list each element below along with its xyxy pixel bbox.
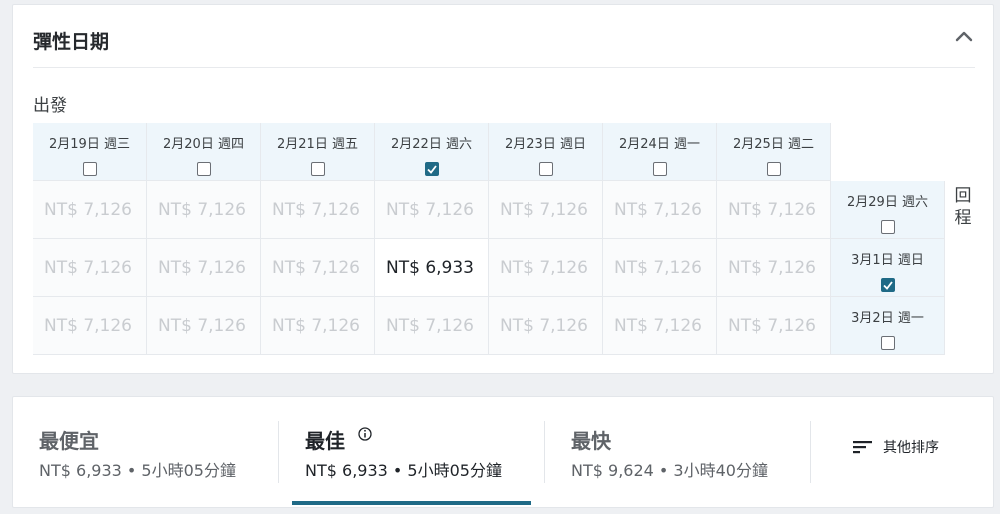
return-date-header: 3月1日 週日 xyxy=(831,239,945,297)
date-label: 2月20日 週四 xyxy=(163,137,244,152)
price-cell[interactable]: NT$ 7,126 xyxy=(261,239,375,297)
price-cell[interactable]: NT$ 7,126 xyxy=(261,297,375,355)
active-tab-indicator xyxy=(292,501,531,505)
section-title: 彈性日期 xyxy=(33,31,110,53)
price-cell[interactable]: NT$ 7,126 xyxy=(33,297,147,355)
price-cell[interactable]: NT$ 7,126 xyxy=(147,297,261,355)
date-label: 2月23日 週日 xyxy=(505,137,586,152)
price-cell[interactable]: NT$ 7,126 xyxy=(717,297,831,355)
tab-fastest[interactable]: 最快 NT$ 9,624 • 3小時40分鐘 xyxy=(545,397,810,507)
departure-date-header: 2月23日 週日 xyxy=(489,123,603,181)
tab-title: 最便宜 xyxy=(39,429,99,453)
sort-tabs-card: 最便宜 NT$ 6,933 • 5小時05分鐘 最佳 NT$ 6,933 • 5… xyxy=(12,396,994,508)
date-label: 2月24日 週一 xyxy=(619,137,700,152)
date-label: 2月25日 週二 xyxy=(733,137,814,152)
check-icon xyxy=(882,280,893,290)
date-checkbox[interactable] xyxy=(424,162,439,176)
date-checkbox[interactable] xyxy=(880,336,895,350)
price-cell[interactable]: NT$ 7,126 xyxy=(717,181,831,239)
tab-summary: NT$ 6,933 • 5小時05分鐘 xyxy=(305,461,502,480)
date-label: 2月29日 週六 xyxy=(847,195,928,210)
price-cell[interactable]: NT$ 7,126 xyxy=(489,181,603,239)
return-date-header: 3月2日 週一 xyxy=(831,297,945,355)
tab-cheapest[interactable]: 最便宜 NT$ 6,933 • 5小時05分鐘 xyxy=(13,397,278,507)
date-checkbox[interactable] xyxy=(196,162,211,176)
sort-lines-icon xyxy=(853,441,872,454)
departure-date-header: 2月21日 週五 xyxy=(261,123,375,181)
price-cell[interactable]: NT$ 7,126 xyxy=(375,181,489,239)
more-sort-button[interactable]: 其他排序 xyxy=(853,437,939,457)
date-label: 2月21日 週五 xyxy=(277,137,358,152)
price-cell[interactable]: NT$ 7,126 xyxy=(33,181,147,239)
departure-date-header: 2月19日 週三 xyxy=(33,123,147,181)
flexible-dates-card: 彈性日期 出發 2月19日 週三 2月20日 週四 2月21日 週五 2月22日 週六… xyxy=(12,4,994,374)
tab-summary: NT$ 6,933 • 5小時05分鐘 xyxy=(39,461,236,480)
tab-title-text: 最佳 xyxy=(305,429,345,453)
date-checkbox[interactable] xyxy=(652,162,667,176)
tab-divider xyxy=(810,421,811,483)
departure-date-header: 2月24日 週一 xyxy=(603,123,717,181)
chevron-up-icon xyxy=(955,31,973,42)
return-label-text: 回程 xyxy=(954,186,972,228)
tab-summary: NT$ 9,624 • 3小時40分鐘 xyxy=(571,461,768,480)
price-cell[interactable]: NT$ 7,126 xyxy=(603,297,717,355)
departure-date-header: 2月25日 週二 xyxy=(717,123,831,181)
info-icon[interactable] xyxy=(358,427,372,441)
header-divider xyxy=(33,67,975,68)
date-checkbox[interactable] xyxy=(880,220,895,234)
check-icon xyxy=(426,164,437,174)
price-cell[interactable]: NT$ 7,126 xyxy=(147,181,261,239)
return-label: 回程 xyxy=(953,185,973,229)
date-checkbox[interactable] xyxy=(310,162,325,176)
price-cell[interactable]: NT$ 7,126 xyxy=(147,239,261,297)
date-checkbox[interactable] xyxy=(880,278,895,292)
date-label: 3月1日 週日 xyxy=(851,253,924,268)
more-sort-label: 其他排序 xyxy=(883,440,939,456)
date-label: 3月2日 週一 xyxy=(851,311,924,326)
price-cell[interactable]: NT$ 7,126 xyxy=(489,297,603,355)
tab-title: 最快 xyxy=(571,429,611,453)
price-cell[interactable]: NT$ 7,126 xyxy=(375,297,489,355)
departure-date-header: 2月22日 週六 xyxy=(375,123,489,181)
date-checkbox[interactable] xyxy=(82,162,97,176)
departure-date-header: 2月20日 週四 xyxy=(147,123,261,181)
collapse-button[interactable] xyxy=(949,21,979,51)
price-cell[interactable]: NT$ 7,126 xyxy=(603,239,717,297)
price-cell[interactable]: NT$ 7,126 xyxy=(717,239,831,297)
price-cell[interactable]: NT$ 7,126 xyxy=(489,239,603,297)
tab-best[interactable]: 最佳 NT$ 6,933 • 5小時05分鐘 xyxy=(279,397,544,507)
price-cell-selected[interactable]: NT$ 6,933 xyxy=(375,239,489,297)
price-cell[interactable]: NT$ 7,126 xyxy=(33,239,147,297)
departure-label: 出發 xyxy=(33,96,67,116)
date-checkbox[interactable] xyxy=(538,162,553,176)
price-cell[interactable]: NT$ 7,126 xyxy=(603,181,717,239)
date-label: 2月19日 週三 xyxy=(49,137,130,152)
price-cell[interactable]: NT$ 7,126 xyxy=(261,181,375,239)
tab-title: 最佳 xyxy=(305,425,372,454)
date-checkbox[interactable] xyxy=(766,162,781,176)
return-date-header: 2月29日 週六 xyxy=(831,181,945,239)
date-label: 2月22日 週六 xyxy=(391,137,472,152)
